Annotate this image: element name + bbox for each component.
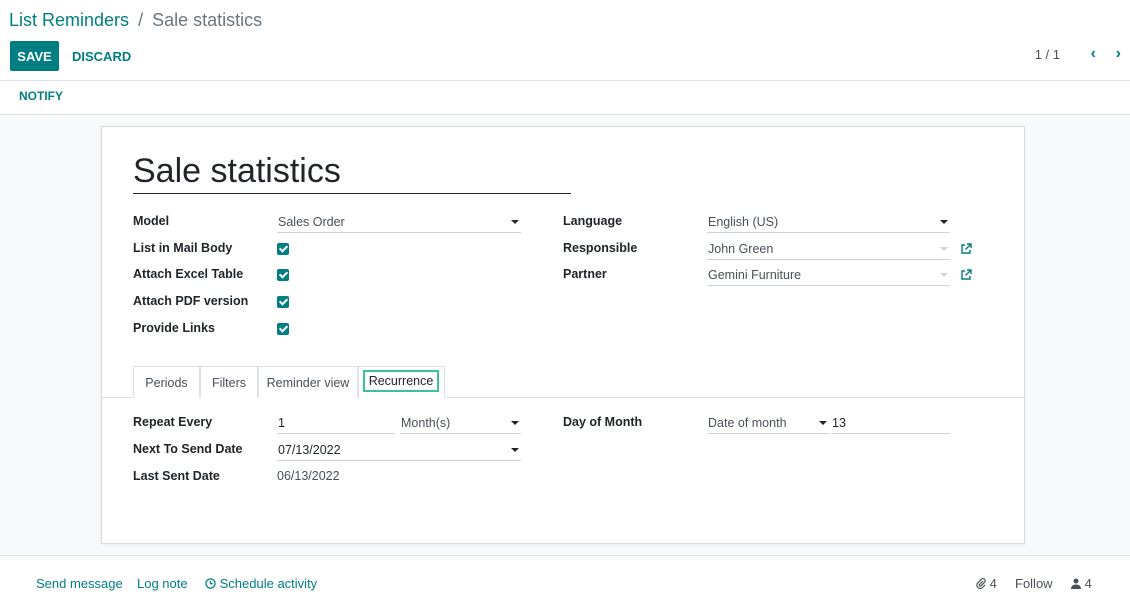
attach-excel-label: Attach Excel Table bbox=[133, 267, 244, 281]
language-value: English (US) bbox=[708, 215, 779, 229]
chevron-down-icon bbox=[511, 220, 519, 224]
repeat-every-input[interactable]: 1 bbox=[277, 414, 395, 434]
record-name-input[interactable]: Sale statistics bbox=[133, 151, 571, 194]
chevron-down-icon bbox=[940, 220, 948, 224]
chevron-down-icon bbox=[940, 247, 948, 251]
last-sent-date-value: 06/13/2022 bbox=[277, 469, 340, 483]
clock-icon bbox=[205, 578, 216, 589]
responsible-field[interactable]: John Green bbox=[707, 240, 950, 260]
provide-links-checkbox[interactable] bbox=[277, 323, 289, 335]
chevron-down-icon bbox=[940, 273, 948, 277]
partner-label: Partner bbox=[563, 267, 607, 281]
partner-field[interactable]: Gemini Furniture bbox=[707, 266, 950, 286]
chevron-down-icon bbox=[819, 421, 827, 425]
day-of-month-label: Day of Month bbox=[563, 415, 643, 429]
log-note-button[interactable]: Log note bbox=[137, 576, 188, 591]
last-sent-date-label: Last Sent Date bbox=[133, 469, 220, 483]
external-link-icon[interactable] bbox=[960, 243, 972, 255]
tab-recurrence[interactable]: Recurrence bbox=[363, 370, 439, 392]
discard-button[interactable]: DISCARD bbox=[64, 41, 139, 71]
repeat-unit-value: Month(s) bbox=[401, 416, 451, 430]
send-message-button[interactable]: Send message bbox=[36, 576, 123, 591]
tab-reminder-view[interactable]: Reminder view bbox=[258, 366, 358, 398]
tab-filters[interactable]: Filters bbox=[200, 366, 258, 398]
attach-excel-checkbox[interactable] bbox=[277, 269, 289, 281]
repeat-every-label: Repeat Every bbox=[133, 415, 213, 429]
followers-count: 4 bbox=[1084, 576, 1092, 591]
attach-pdf-label: Attach PDF version bbox=[133, 294, 249, 308]
follow-button[interactable]: Follow bbox=[1015, 576, 1053, 591]
divider bbox=[0, 80, 1130, 81]
model-value: Sales Order bbox=[278, 215, 345, 229]
save-button[interactable]: SAVE bbox=[10, 41, 59, 71]
pager-value[interactable]: 1 / 1 bbox=[1035, 47, 1060, 62]
responsible-value: John Green bbox=[708, 242, 774, 256]
model-label: Model bbox=[133, 214, 170, 228]
breadcrumb: List Reminders / Sale statistics bbox=[9, 10, 262, 31]
chevron-down-icon bbox=[511, 448, 519, 452]
schedule-activity-button[interactable]: Schedule activity bbox=[205, 576, 317, 591]
language-select[interactable]: English (US) bbox=[707, 213, 950, 233]
list-in-mail-body-checkbox[interactable] bbox=[277, 243, 289, 255]
notify-button[interactable]: NOTIFY bbox=[10, 86, 72, 106]
user-icon bbox=[1071, 578, 1081, 589]
attach-pdf-checkbox[interactable] bbox=[277, 296, 289, 308]
paperclip-icon bbox=[976, 578, 986, 590]
breadcrumb-current: Sale statistics bbox=[152, 10, 263, 30]
breadcrumb-separator: / bbox=[138, 10, 144, 30]
chevron-down-icon bbox=[511, 421, 519, 425]
chatter-bar: Send message Log note Schedule activity … bbox=[0, 555, 1130, 611]
next-send-date-value: 07/13/2022 bbox=[278, 443, 341, 457]
day-of-month-input[interactable]: 13 bbox=[831, 414, 950, 434]
next-send-date-label: Next To Send Date bbox=[133, 442, 243, 456]
partner-value: Gemini Furniture bbox=[708, 268, 802, 282]
list-in-mail-body-label: List in Mail Body bbox=[133, 241, 233, 255]
attachments-count: 4 bbox=[989, 576, 997, 591]
responsible-label: Responsible bbox=[563, 241, 638, 255]
external-link-icon[interactable] bbox=[960, 269, 972, 281]
provide-links-label: Provide Links bbox=[133, 321, 215, 335]
day-of-month-mode-value: Date of month bbox=[708, 416, 787, 430]
tab-periods[interactable]: Periods bbox=[133, 366, 200, 398]
model-select[interactable]: Sales Order bbox=[277, 213, 521, 233]
language-label: Language bbox=[563, 214, 623, 228]
pager-next-icon[interactable]: › bbox=[1116, 45, 1121, 63]
repeat-unit-select[interactable]: Month(s) bbox=[400, 414, 521, 434]
attachments-button[interactable]: 4 bbox=[976, 576, 997, 591]
day-of-month-mode-select[interactable]: Date of month bbox=[707, 414, 829, 434]
schedule-activity-label: Schedule activity bbox=[219, 576, 318, 591]
followers-button[interactable]: 4 bbox=[1071, 576, 1092, 591]
next-send-date-input[interactable]: 07/13/2022 bbox=[277, 441, 521, 461]
breadcrumb-parent-link[interactable]: List Reminders bbox=[9, 10, 129, 30]
pager-previous-icon[interactable]: ‹ bbox=[1091, 45, 1096, 63]
form-sheet: Sale statistics Model Sales Order List i… bbox=[101, 126, 1025, 544]
control-panel: List Reminders / Sale statistics SAVE DI… bbox=[0, 0, 1130, 115]
